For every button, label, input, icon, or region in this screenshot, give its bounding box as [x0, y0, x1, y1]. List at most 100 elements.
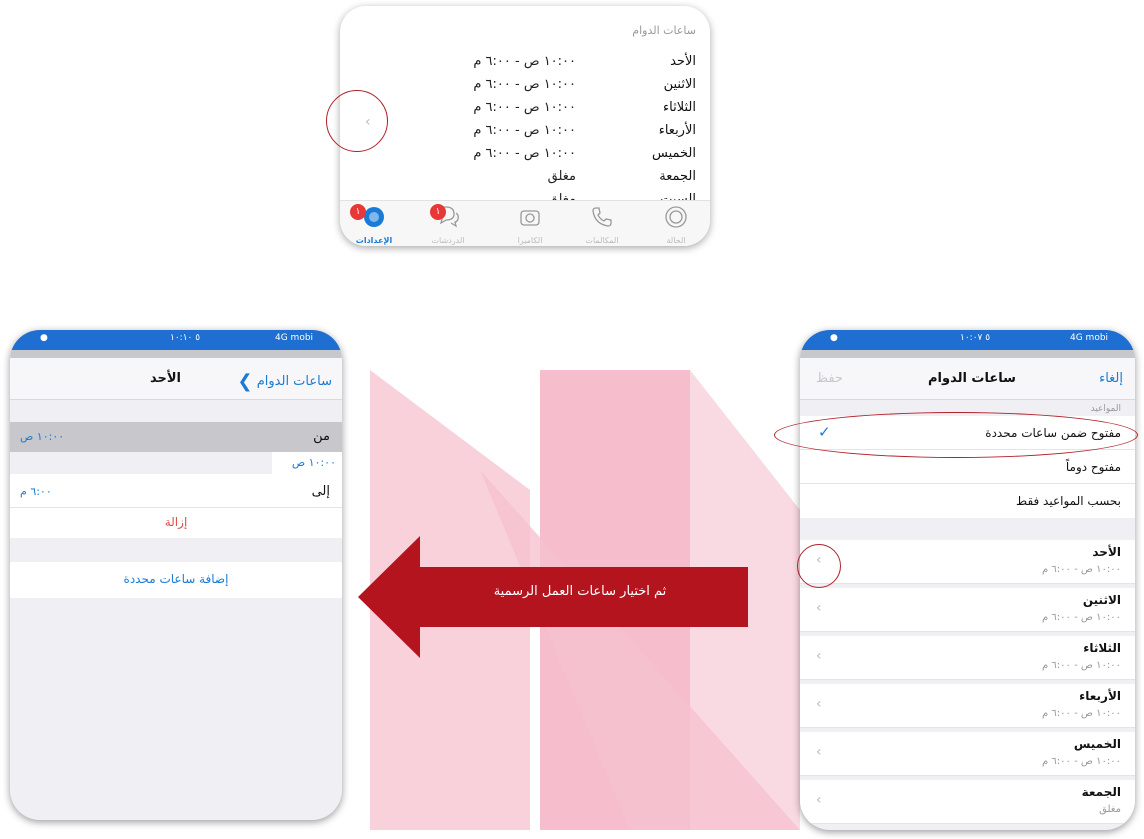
- status-time: ٥ ١٠:١٠: [170, 333, 201, 343]
- tab-label: الحالة: [666, 236, 686, 245]
- day-hours: ١٠:٠٠ ص - ٦:٠٠ م: [473, 100, 576, 115]
- camera-icon: [520, 210, 540, 226]
- chevron-left-icon: ‹: [816, 792, 822, 808]
- picker-value[interactable]: ١٠:٠٠ ص: [272, 452, 342, 474]
- add-hours-button[interactable]: إضافة ساعات محددة: [10, 562, 342, 598]
- chevron-left-icon: ❮: [237, 371, 253, 392]
- bluetooth-icon: ●: [830, 333, 838, 343]
- section-label: المواعيد: [1090, 404, 1121, 414]
- day-hours: ١٠:٠٠ ص - ٦:٠٠ م: [1042, 708, 1121, 719]
- remove-button[interactable]: إزالة: [10, 508, 342, 538]
- save-button[interactable]: حفظ: [816, 371, 843, 386]
- option-label: بحسب المواعيد فقط: [1016, 494, 1121, 508]
- time-picker[interactable]: ١٠:٠٠ ص: [10, 452, 342, 474]
- tab-bar: ١ الإعدادات ١ الدردشات الكاميرا المكالما…: [340, 200, 710, 246]
- nav-bar: إلغاء ساعات الدوام حفظ: [800, 358, 1135, 400]
- remove-label: إزالة: [164, 515, 188, 529]
- nav-title: الأحد: [150, 371, 182, 386]
- option-row[interactable]: بحسب المواعيد فقط: [800, 484, 1135, 518]
- from-value: ١٠:٠٠ ص: [20, 430, 65, 443]
- from-row[interactable]: من ١٠:٠٠ ص: [10, 422, 342, 452]
- tab-chats[interactable]: ١ الدردشات: [418, 204, 478, 245]
- hours-row[interactable]: الجمعة مغلق: [376, 167, 696, 190]
- status-icon: [665, 206, 687, 228]
- right-screenshot-card: ● ٥ ١٠:٠٧ 4G mobi إلغاء ساعات الدوام حفظ…: [800, 330, 1135, 830]
- tab-settings[interactable]: ١ الإعدادات: [344, 204, 404, 245]
- day-hours: ١٠:٠٠ ص - ٦:٠٠ م: [1042, 660, 1121, 671]
- chevron-left-icon: ‹: [816, 696, 822, 712]
- add-hours-label: إضافة ساعات محددة: [123, 572, 229, 586]
- day-row[interactable]: الأربعاء ١٠:٠٠ ص - ٦:٠٠ م ‹: [800, 684, 1135, 728]
- day-name: الاثنين: [663, 77, 696, 92]
- day-hours: ١٠:٠٠ ص - ٦:٠٠ م: [473, 123, 576, 138]
- back-button[interactable]: ❮ ساعات الدوام: [237, 371, 332, 392]
- day-hours: ١٠:٠٠ ص - ٦:٠٠ م: [1042, 612, 1121, 623]
- nav-bar: ❮ ساعات الدوام الأحد: [10, 358, 342, 400]
- hours-row[interactable]: الثلاثاء ١٠:٠٠ ص - ٦:٠٠ م: [376, 98, 696, 121]
- day-hours: ١٠:٠٠ ص - ٦:٠٠ م: [473, 146, 576, 161]
- from-label: من: [313, 429, 330, 444]
- day-name: الجمعة: [659, 169, 696, 184]
- day-name: الخميس: [1073, 737, 1121, 751]
- day-hours: ١٠:٠٠ ص - ٦:٠٠ م: [473, 54, 576, 69]
- tab-label: الدردشات: [431, 236, 465, 245]
- day-row[interactable]: الخميس ١٠:٠٠ ص - ٦:٠٠ م ‹: [800, 732, 1135, 776]
- day-hours: مغلق: [547, 169, 576, 184]
- status-bar: ● ٥ ١٠:٠٧ 4G mobi: [800, 330, 1135, 350]
- tab-calls[interactable]: المكالمات: [572, 204, 632, 245]
- annotation-circle: [797, 544, 841, 588]
- calls-icon: [592, 207, 612, 227]
- tab-label: الكاميرا: [517, 236, 543, 245]
- day-name: الاثنين: [1082, 593, 1121, 607]
- hours-row[interactable]: الخميس ١٠:٠٠ ص - ٦:٠٠ م: [376, 144, 696, 167]
- left-screenshot-card: ● ٥ ١٠:١٠ 4G mobi ❮ ساعات الدوام الأحد م…: [10, 330, 342, 820]
- tab-badge: ١: [430, 204, 446, 220]
- to-value: ٦:٠٠ م: [20, 485, 52, 498]
- day-name: الأحد: [1092, 545, 1121, 559]
- day-name: الجمعة: [1081, 785, 1121, 799]
- status-strip: [10, 350, 342, 358]
- status-strip: [800, 350, 1135, 358]
- day-hours: ١٠:٠٠ ص - ٦:٠٠ م: [1042, 564, 1121, 575]
- chevron-left-icon: ‹: [816, 744, 822, 760]
- status-bar: ● ٥ ١٠:١٠ 4G mobi: [10, 330, 342, 350]
- tab-label: الإعدادات: [355, 236, 393, 245]
- tab-camera[interactable]: الكاميرا: [500, 204, 560, 245]
- hours-row[interactable]: الأربعاء ١٠:٠٠ ص - ٦:٠٠ م: [376, 121, 696, 144]
- chevron-left-icon: ‹: [816, 648, 822, 664]
- tab-label: المكالمات: [585, 236, 619, 245]
- annotation-circle: [326, 90, 388, 152]
- day-row[interactable]: الأحد ١٠:٠٠ ص - ٦:٠٠ م ‹: [800, 540, 1135, 584]
- status-network: 4G mobi: [1070, 333, 1109, 343]
- day-name: الثلاثاء: [663, 100, 696, 115]
- hours-row[interactable]: الأحد ١٠:٠٠ ص - ٦:٠٠ م: [376, 52, 696, 75]
- picker-track: [10, 452, 272, 474]
- day-row[interactable]: الثلاثاء ١٠:٠٠ ص - ٦:٠٠ م ‹: [800, 636, 1135, 680]
- section-title: ساعات الدوام: [632, 24, 696, 37]
- day-row[interactable]: الاثنين ١٠:٠٠ ص - ٦:٠٠ م ‹: [800, 588, 1135, 632]
- day-name: الخميس: [652, 146, 696, 161]
- day-row[interactable]: الجمعة مغلق ‹: [800, 780, 1135, 824]
- day-name: الأحد: [670, 54, 696, 69]
- hours-row[interactable]: الاثنين ١٠:٠٠ ص - ٦:٠٠ م: [376, 75, 696, 98]
- instruction-text: ثم اختيار ساعات العمل الرسمية: [493, 584, 667, 599]
- day-name: الأربعاء: [658, 123, 696, 138]
- day-hours: ١٠:٠٠ ص - ٦:٠٠ م: [473, 77, 576, 92]
- top-screenshot-card: ساعات الدوام الأحد ١٠:٠٠ ص - ٦:٠٠ م الاث…: [340, 6, 710, 246]
- nav-title: ساعات الدوام: [928, 371, 1016, 386]
- option-label: مفتوح دوماً: [1065, 460, 1121, 474]
- tab-status[interactable]: الحالة: [646, 204, 706, 245]
- annotation-ellipse: [774, 412, 1138, 458]
- to-label: إلى: [311, 484, 330, 499]
- to-row[interactable]: إلى ٦:٠٠ م: [10, 474, 342, 508]
- day-hours: ١٠:٠٠ ص - ٦:٠٠ م: [1042, 756, 1121, 767]
- status-time: ٥ ١٠:٠٧: [960, 333, 991, 343]
- tab-badge: ١: [350, 204, 366, 220]
- day-hours: مغلق: [1099, 804, 1121, 815]
- cancel-button[interactable]: إلغاء: [1099, 371, 1123, 386]
- day-name: الثلاثاء: [1083, 641, 1121, 655]
- bluetooth-icon: ●: [40, 333, 48, 343]
- day-name: الأربعاء: [1079, 689, 1121, 703]
- status-network: 4G mobi: [275, 333, 314, 343]
- back-label: ساعات الدوام: [256, 374, 332, 389]
